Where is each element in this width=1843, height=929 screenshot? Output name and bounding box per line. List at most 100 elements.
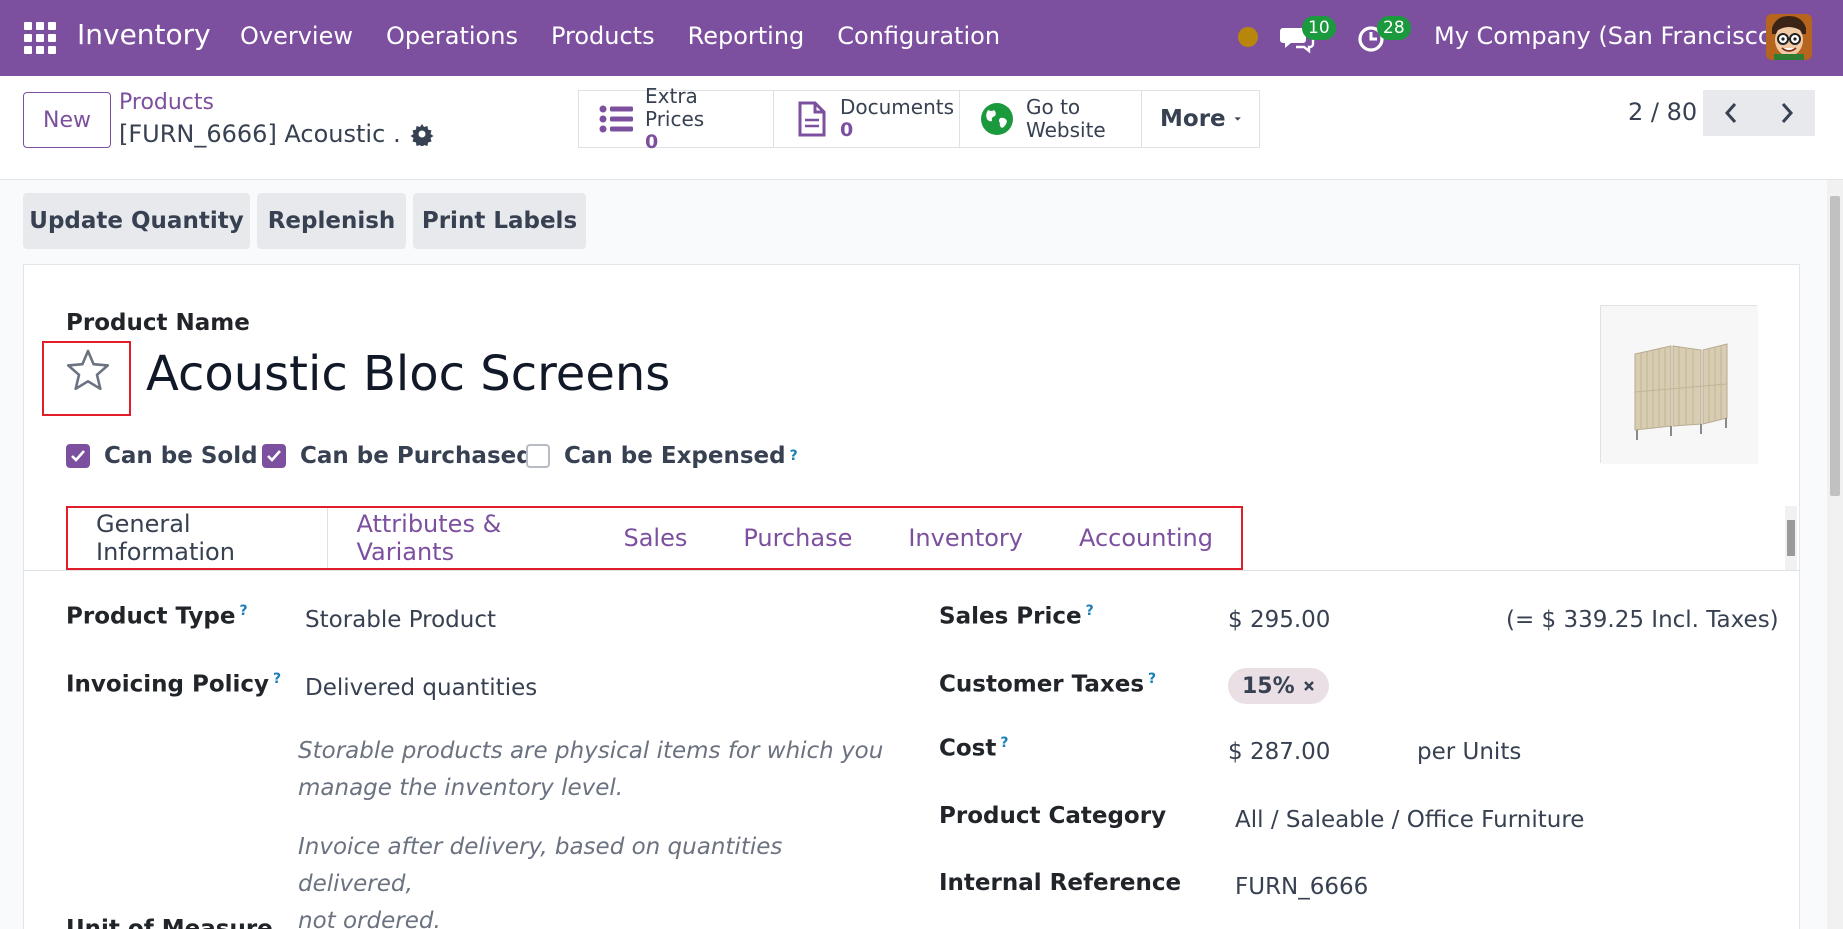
- extra-prices-button[interactable]: Extra Prices 0: [579, 84, 774, 153]
- checkbox-checked-icon: [66, 444, 90, 468]
- user-avatar[interactable]: [1766, 14, 1812, 60]
- go-to-website-button[interactable]: Go to Website: [960, 91, 1142, 147]
- can-be-purchased-checkbox[interactable]: Can be Purchased: [262, 443, 533, 469]
- tax-tag-label: 15%: [1242, 673, 1295, 699]
- main-menu: Overview Operations Products Reporting C…: [240, 22, 1033, 50]
- help-tooltip-icon[interactable]: ?: [1148, 671, 1156, 687]
- tabs-divider: [23, 570, 1800, 571]
- control-panel: New Products [FURN_6666] Acoustic … Extr…: [0, 76, 1843, 180]
- print-labels-button[interactable]: Print Labels: [413, 193, 586, 249]
- product-type-help: Storable products are physical items for…: [298, 733, 898, 807]
- avatar-face-icon: [1766, 14, 1812, 60]
- tab-accounting[interactable]: Accounting: [1051, 508, 1241, 568]
- apps-menu-icon[interactable]: [24, 22, 56, 54]
- help-line: Invoice after delivery, based on quantit…: [298, 834, 783, 897]
- tab-inventory[interactable]: Inventory: [880, 508, 1051, 568]
- help-tooltip-icon[interactable]: ?: [1086, 603, 1094, 619]
- menu-operations[interactable]: Operations: [386, 22, 518, 50]
- tax-tag[interactable]: 15%: [1228, 668, 1329, 704]
- document-icon: [798, 101, 826, 137]
- globe-icon: [981, 103, 1013, 135]
- documents-count: 0: [840, 119, 854, 141]
- smart-buttons: Extra Prices 0 Documents 0 Go to Website…: [578, 84, 1260, 153]
- help-tooltip-icon[interactable]: ?: [1000, 735, 1008, 751]
- can-be-expensed-checkbox[interactable]: Can be Expensed ?: [526, 443, 798, 469]
- product-image[interactable]: [1600, 305, 1758, 464]
- cost-label-text: Cost: [939, 735, 997, 762]
- update-quantity-button[interactable]: Update Quantity: [23, 193, 250, 249]
- product-type-label-text: Product Type: [66, 603, 236, 630]
- checkbox-checked-icon: [262, 444, 286, 468]
- tab-attributes-variants[interactable]: Attributes & Variants: [328, 508, 595, 568]
- product-category-field[interactable]: All / Saleable / Office Furniture: [1235, 807, 1584, 833]
- tab-purchase[interactable]: Purchase: [715, 508, 880, 568]
- can-be-expensed-label: Can be Expensed: [564, 443, 786, 469]
- list-icon: [599, 105, 633, 133]
- documents-button[interactable]: Documents 0: [774, 91, 960, 147]
- sales-price-label: Sales Price?: [939, 603, 1094, 630]
- messages-count-badge: 10: [1302, 16, 1336, 40]
- can-be-sold-label: Can be Sold: [104, 443, 258, 469]
- menu-overview[interactable]: Overview: [240, 22, 353, 50]
- tab-general-information[interactable]: General Information: [68, 508, 329, 568]
- app-name[interactable]: Inventory: [77, 18, 211, 51]
- top-navbar: Inventory Overview Operations Products R…: [0, 0, 1843, 76]
- cost-uom: per Units: [1417, 739, 1522, 765]
- star-icon[interactable]: [65, 348, 111, 394]
- internal-reference-field[interactable]: FURN_6666: [1235, 874, 1368, 900]
- caret-down-icon: [1234, 117, 1241, 121]
- replenish-button[interactable]: Replenish: [257, 193, 406, 249]
- extra-prices-label: Extra Prices: [645, 83, 705, 131]
- internal-reference-label: Internal Reference: [939, 870, 1182, 896]
- go-to-label: Go to: [1026, 95, 1081, 119]
- menu-products[interactable]: Products: [551, 22, 655, 50]
- sales-price-label-text: Sales Price: [939, 603, 1082, 630]
- breadcrumb-products-link[interactable]: Products: [119, 90, 214, 115]
- help-line: Storable products are physical items for…: [298, 738, 884, 764]
- cost-field[interactable]: $ 287.00: [1228, 739, 1330, 765]
- sales-price-field[interactable]: $ 295.00: [1228, 607, 1330, 633]
- product-type-label: Product Type?: [66, 603, 248, 630]
- can-be-sold-checkbox[interactable]: Can be Sold: [66, 443, 258, 469]
- help-line: manage the inventory level.: [298, 775, 624, 801]
- unit-of-measure-label: Unit of Measure: [66, 916, 273, 929]
- notebook-tabs: General Information Attributes & Variant…: [66, 506, 1243, 570]
- help-line: not ordered.: [298, 908, 441, 929]
- invoicing-policy-label: Invoicing Policy?: [66, 671, 281, 698]
- more-dropdown-button[interactable]: More: [1142, 91, 1259, 147]
- gear-icon[interactable]: [410, 122, 434, 146]
- product-name-field[interactable]: Acoustic Bloc Screens: [146, 346, 670, 402]
- product-category-label: Product Category: [939, 803, 1167, 829]
- customer-taxes-label: Customer Taxes?: [939, 671, 1156, 698]
- cost-label: Cost?: [939, 735, 1009, 762]
- help-tooltip-icon[interactable]: ?: [273, 671, 281, 687]
- product-type-field[interactable]: Storable Product: [305, 607, 496, 633]
- menu-configuration[interactable]: Configuration: [837, 22, 1000, 50]
- activities-count-badge: 28: [1377, 16, 1411, 40]
- status-dot-icon[interactable]: [1238, 27, 1258, 47]
- pager-next-button[interactable]: [1759, 90, 1815, 136]
- tab-sales[interactable]: Sales: [595, 508, 715, 568]
- product-name-label: Product Name: [66, 310, 250, 336]
- pager-value[interactable]: 2 / 80: [1628, 98, 1697, 126]
- documents-label: Documents: [840, 95, 955, 119]
- customer-taxes-label-text: Customer Taxes: [939, 671, 1145, 698]
- help-tooltip-icon[interactable]: ?: [790, 448, 798, 464]
- checkbox-unchecked-icon: [526, 444, 550, 468]
- chevron-right-icon: [1781, 103, 1794, 123]
- menu-reporting[interactable]: Reporting: [688, 22, 805, 50]
- more-label: More: [1160, 106, 1226, 132]
- pager-previous-button[interactable]: [1703, 90, 1759, 136]
- help-tooltip-icon[interactable]: ?: [240, 603, 248, 619]
- chevron-left-icon: [1724, 103, 1737, 123]
- can-be-purchased-label: Can be Purchased: [300, 443, 533, 469]
- close-icon[interactable]: [1303, 680, 1315, 692]
- invoicing-policy-field[interactable]: Delivered quantities: [305, 675, 537, 701]
- new-button[interactable]: New: [23, 92, 111, 148]
- website-label: Website: [1026, 118, 1106, 142]
- price-incl-taxes: (= $ 339.25 Incl. Taxes): [1506, 607, 1779, 633]
- page-scrollbar-thumb[interactable]: [1830, 196, 1840, 496]
- invoicing-policy-help: Invoice after delivery, based on quantit…: [298, 829, 898, 929]
- company-switcher[interactable]: My Company (San Francisco): [1434, 22, 1782, 50]
- tabs-scrollbar-thumb[interactable]: [1787, 520, 1795, 556]
